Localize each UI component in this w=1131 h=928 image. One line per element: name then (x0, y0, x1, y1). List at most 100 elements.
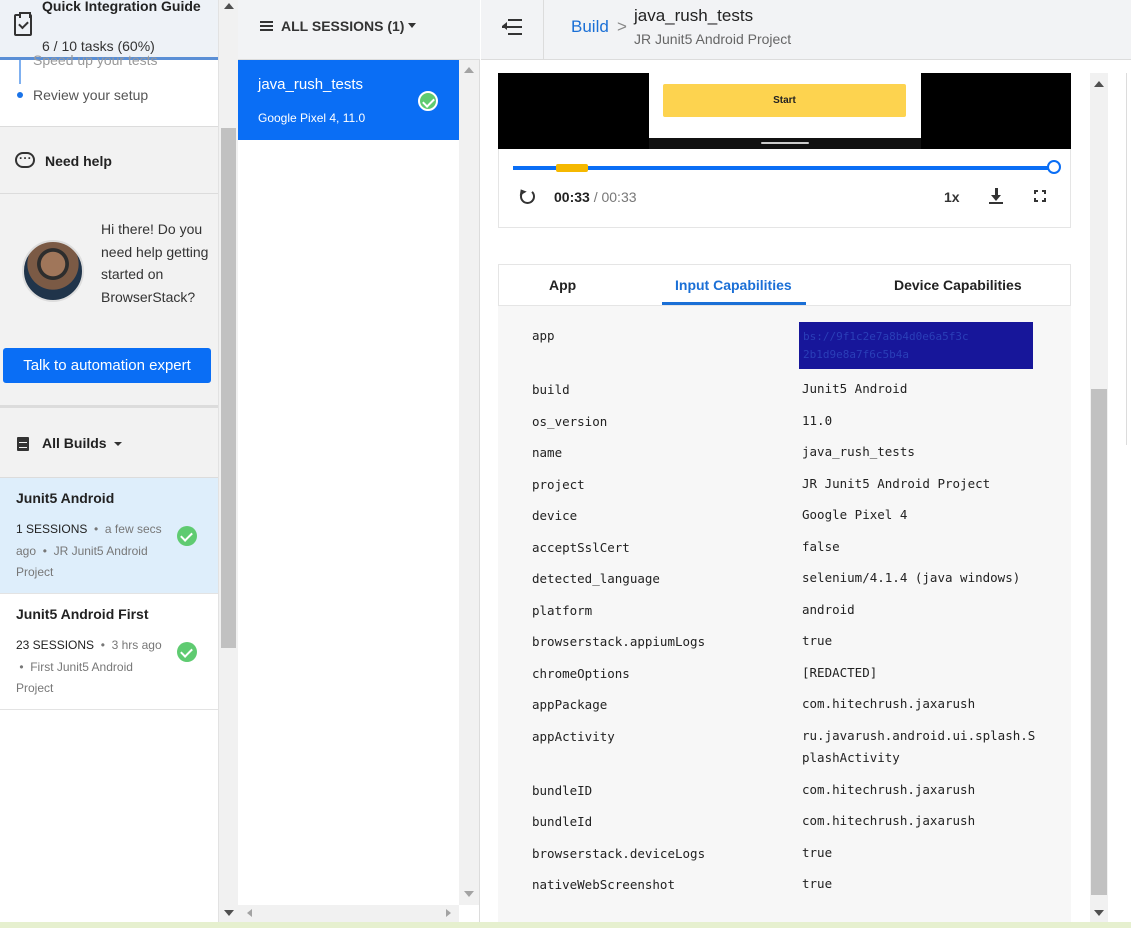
support-avatar (22, 240, 84, 302)
session-project: JR Junit5 Android Project (634, 31, 792, 47)
main-scrollbar[interactable] (1090, 73, 1108, 922)
build-name: Junit5 Android First (16, 606, 149, 622)
scrollbar-thumb[interactable] (221, 128, 236, 648)
chevron-down-icon (408, 23, 416, 28)
tab-app[interactable]: App (549, 277, 576, 293)
capabilities-table: bs://9f1c2e7a8b4d0e6a5f3c 2b1d9e8a7f6c5b4… (498, 306, 1071, 922)
integration-guide-header[interactable]: Quick Integration Guide 6 / 10 tasks (60… (0, 0, 218, 60)
capability-key: name (532, 445, 563, 460)
all-sessions-label: ALL SESSIONS (1) (281, 18, 405, 34)
sessions-horizontal-scrollbar[interactable] (238, 905, 459, 922)
check-circle-icon (418, 91, 438, 111)
build-name: Junit5 Android (16, 490, 115, 506)
playback-speed-button[interactable]: 1x (944, 189, 960, 205)
build-item[interactable]: Junit5 Android First 23 SESSIONS • 3 hrs… (0, 594, 218, 710)
collapse-sidebar-button[interactable] (481, 0, 544, 60)
device-screen: Start (649, 73, 921, 149)
right-edge-panel (1108, 60, 1131, 922)
capability-key: bundleID (532, 783, 593, 798)
session-item[interactable]: java_rush_tests Google Pixel 4, 11.0 (238, 60, 459, 140)
sessions-scrollbar[interactable] (459, 60, 479, 905)
capability-key: os_version (532, 414, 608, 429)
capability-value: Junit5 Android (802, 381, 908, 396)
build-meta: 23 SESSIONS • 3 hrs ago • First Junit5 A… (16, 638, 162, 696)
scroll-up-icon[interactable] (464, 67, 474, 73)
session-name: java_rush_tests (258, 76, 364, 93)
tab-device-capabilities[interactable]: Device Capabilities (894, 277, 1022, 293)
guide-title: Quick Integration Guide (42, 0, 201, 14)
talk-to-expert-button[interactable]: Talk to automation expert (3, 348, 211, 383)
capability-key: detected_language (532, 571, 660, 586)
app-start-button: Start (663, 84, 906, 117)
fullscreen-icon[interactable] (1034, 190, 1046, 202)
capability-value: true (802, 633, 833, 648)
replay-icon[interactable] (520, 189, 535, 204)
capability-value: com.hitechrush.jaxarush (802, 696, 976, 711)
redacted-app-value: bs://9f1c2e7a8b4d0e6a5f3c 2b1d9e8a7f6c5b4… (799, 322, 1033, 369)
capability-key: device (532, 508, 578, 523)
build-session-count: 1 SESSIONS (16, 522, 88, 536)
build-item[interactable]: Junit5 Android 1 SESSIONS • a few secs a… (0, 478, 218, 594)
clipboard-icon (14, 12, 32, 36)
sidebar: Quick Integration Guide 6 / 10 tasks (60… (0, 0, 218, 922)
chat-icon (15, 148, 35, 168)
tab-input-capabilities[interactable]: Input Capabilities (675, 277, 792, 293)
scroll-down-icon[interactable] (464, 891, 474, 897)
session-header: Build > java_rush_tests JR Junit5 Androi… (481, 0, 1131, 60)
scroll-up-icon[interactable] (1094, 81, 1104, 87)
capability-value: 11.0 (802, 413, 833, 428)
build-project: First Junit5 Android Project (16, 659, 133, 696)
collapse-menu-icon (502, 19, 522, 35)
check-circle-icon (177, 526, 197, 546)
video-seek-bar[interactable] (513, 160, 1061, 174)
capability-key: bundleId (532, 814, 593, 829)
guide-step-previous[interactable]: Speed up your tests (33, 52, 158, 68)
breadcrumb-build-link[interactable]: Build (571, 17, 609, 37)
taskbar-strip (0, 922, 1131, 928)
build-meta: 1 SESSIONS • a few secs ago • JR Junit5 … (16, 522, 162, 580)
all-sessions-dropdown[interactable]: ALL SESSIONS (1) (238, 0, 480, 60)
capability-key: browserstack.deviceLogs (532, 846, 706, 861)
capability-key: acceptSslCert (532, 540, 630, 555)
sidebar-scrollbar[interactable] (218, 0, 238, 922)
capability-value: [REDACTED] (802, 665, 878, 680)
capability-key: app (532, 328, 555, 343)
total-time: / 00:33 (593, 189, 637, 205)
scroll-down-icon[interactable] (224, 910, 234, 916)
build-session-count: 23 SESSIONS (16, 638, 95, 652)
capability-key: chromeOptions (532, 666, 630, 681)
help-panel: Hi there! Do you need help getting start… (0, 194, 218, 408)
capability-value: ru.javarush.android.ui.splash.SplashActi… (802, 728, 1036, 765)
chevron-right-icon: > (617, 17, 627, 36)
capability-key: nativeWebScreenshot (532, 877, 675, 892)
capabilities-tabs: App Input Capabilities Device Capabiliti… (498, 264, 1071, 306)
active-tab-indicator (662, 302, 806, 305)
session-details: Start 00:33 / 00:33 1x App Input Capabil… (481, 60, 1090, 922)
build-project: JR Junit5 Android Project (16, 543, 148, 580)
obscured-text: bs://9f1c2e7a8b4d0e6a5f3c 2b1d9e8a7f6c5b4… (803, 330, 969, 361)
capability-value: com.hitechrush.jaxarush (802, 782, 976, 797)
seek-handle[interactable] (1047, 160, 1061, 174)
all-builds-label: All Builds (42, 435, 107, 451)
download-icon[interactable] (989, 188, 1003, 204)
all-builds-dropdown[interactable]: All Builds (0, 408, 218, 478)
scroll-right-icon[interactable] (446, 909, 451, 917)
scroll-down-icon[interactable] (1094, 910, 1104, 916)
need-help-label: Need help (45, 153, 112, 169)
capability-value: com.hitechrush.jaxarush (802, 813, 976, 828)
sessions-panel: ALL SESSIONS (1) java_rush_tests Google … (238, 0, 480, 922)
scroll-left-icon[interactable] (247, 909, 252, 917)
guide-step-review[interactable]: Review your setup (33, 87, 148, 103)
capability-value: false (802, 539, 840, 554)
scroll-up-icon[interactable] (224, 3, 234, 9)
scrollbar-thumb[interactable] (1091, 389, 1107, 895)
video-player[interactable]: Start (498, 73, 1071, 149)
seek-marker[interactable] (556, 164, 588, 172)
need-help-header[interactable]: Need help (0, 126, 218, 194)
chevron-down-icon (114, 442, 122, 446)
step-dot-icon (17, 92, 23, 98)
capability-value: selenium/4.1.4 (java windows) (802, 570, 1021, 585)
menu-icon (260, 21, 273, 31)
help-message: Hi there! Do you need help getting start… (101, 221, 209, 305)
capability-value: true (802, 845, 833, 860)
